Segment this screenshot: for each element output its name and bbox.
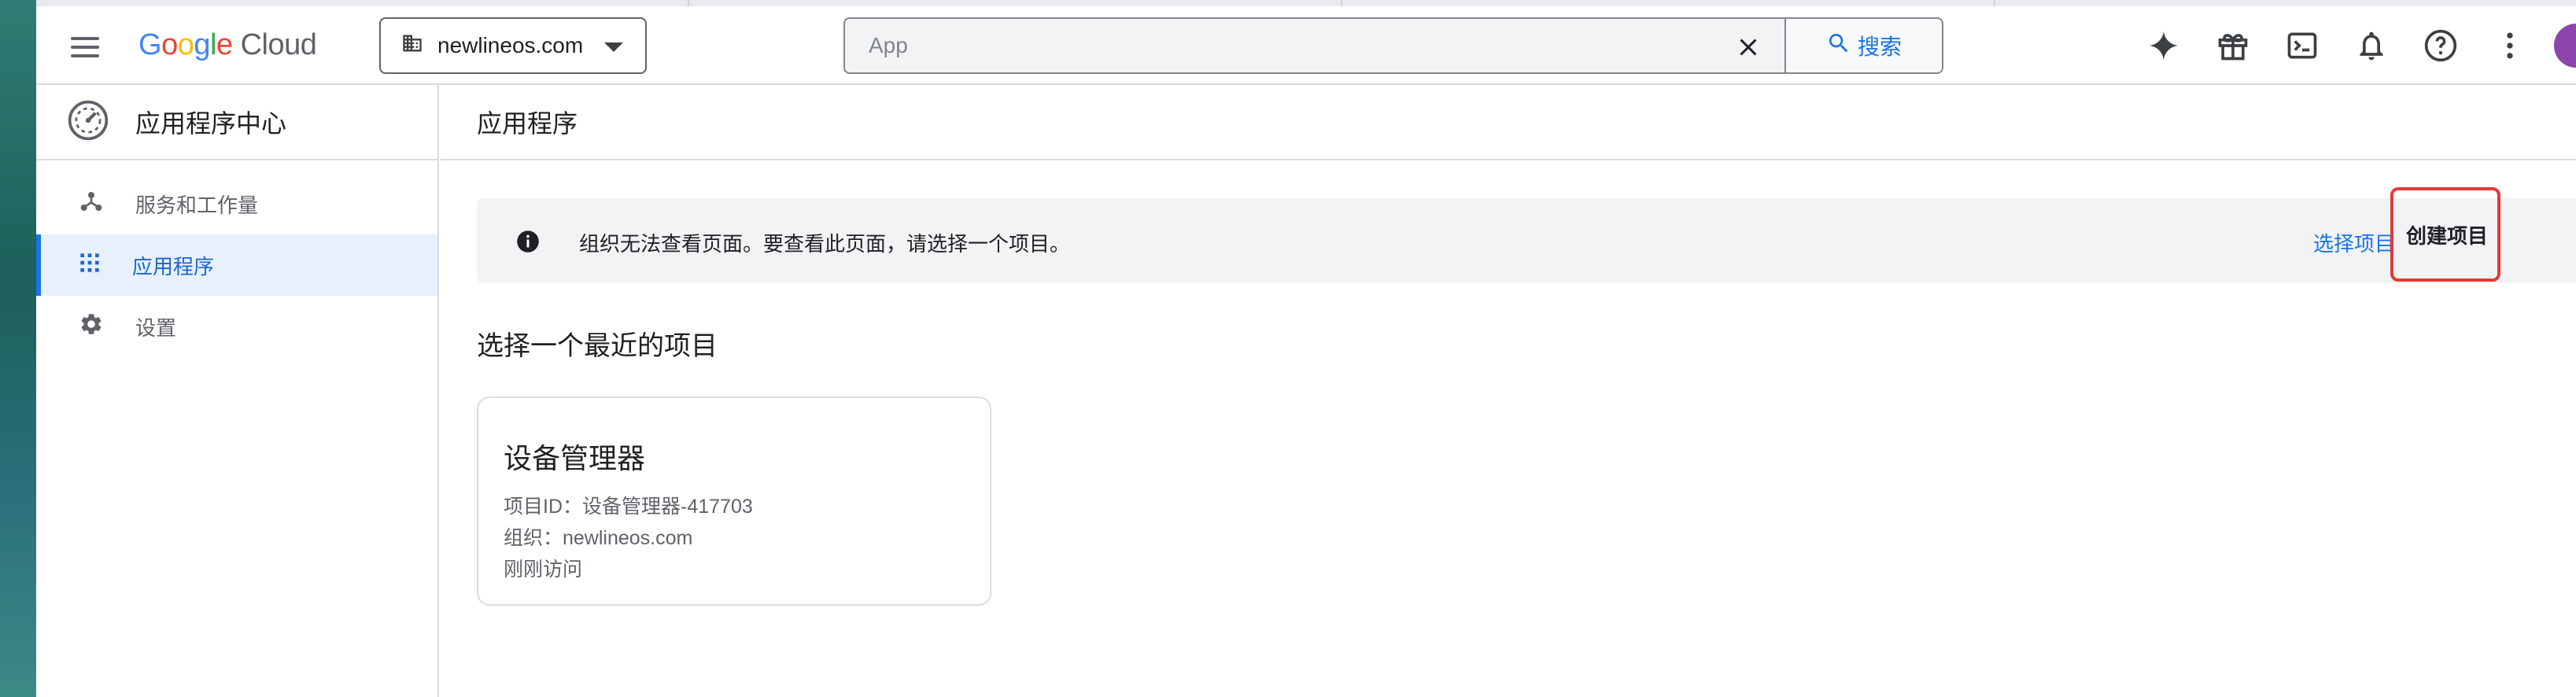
gift-icon[interactable] (2211, 24, 2255, 68)
top-bar: Google Cloud newlineos.com 搜索 (36, 6, 2576, 85)
logo-google-text: Google (138, 28, 233, 61)
close-icon[interactable] (1734, 33, 1762, 61)
sidebar: 应用程序中心 服务和工作量 应用程序 设置 (36, 85, 439, 697)
sidebar-item-applications[interactable]: 应用程序 (36, 234, 437, 296)
hamburger-icon-line (71, 54, 99, 57)
desktop-background (0, 0, 36, 697)
banner-message: 组织无法查看页面。要查看此页面，请选择一个项目。 (579, 232, 1071, 256)
create-project-button[interactable]: 创建项目 (2390, 187, 2500, 282)
search-button[interactable]: 搜索 (1786, 19, 1942, 72)
gemini-sparkle-icon[interactable] (2142, 24, 2186, 68)
notifications-bell-icon[interactable] (2349, 24, 2393, 68)
project-organization: 组织：newlineos.com (504, 527, 693, 549)
building-icon (401, 32, 423, 60)
info-icon (516, 230, 540, 257)
sidebar-header: 应用程序中心 (36, 85, 437, 160)
browser-window: Google Cloud newlineos.com 搜索 (36, 0, 2576, 697)
app-hub-gauge-icon (66, 98, 110, 146)
sidebar-item-settings[interactable]: 设置 (36, 296, 437, 357)
search-icon (1826, 31, 1851, 61)
sidebar-title: 应用程序中心 (135, 109, 287, 138)
browser-tab[interactable] (689, 0, 1342, 6)
help-icon[interactable] (2419, 24, 2463, 68)
logo-cloud-text: Cloud (240, 28, 317, 61)
apps-grid-icon (79, 252, 101, 279)
cloud-shell-terminal-icon[interactable] (2280, 24, 2324, 68)
search-input[interactable] (845, 19, 1773, 72)
search-button-label: 搜索 (1857, 35, 1902, 59)
create-project-label: 创建项目 (2406, 223, 2489, 248)
chevron-down-icon (604, 42, 623, 52)
hub-icon (79, 189, 104, 219)
main-menu-button[interactable] (71, 30, 105, 65)
browser-tab-strip (36, 0, 2576, 6)
sidebar-item-label: 设置 (135, 315, 177, 340)
google-cloud-logo[interactable]: Google Cloud (138, 28, 317, 62)
sidebar-item-label: 应用程序 (132, 254, 215, 278)
hamburger-icon (71, 37, 99, 40)
more-vert-icon[interactable] (2488, 24, 2532, 68)
avatar[interactable] (2554, 24, 2576, 68)
organization-selector[interactable]: newlineos.com (379, 17, 647, 74)
main-content: 应用程序 组织无法查看页面。要查看此页面，请选择一个项目。 选择项目 创建项目 … (441, 85, 2576, 697)
organization-name: newlineos.com (437, 33, 584, 57)
info-banner: 组织无法查看页面。要查看此页面，请选择一个项目。 选择项目 创建项目 (477, 187, 2576, 283)
gear-icon (79, 312, 104, 342)
hamburger-icon-line (71, 46, 99, 49)
project-name: 设备管理器 (504, 442, 646, 474)
browser-tab[interactable] (36, 0, 689, 6)
recent-projects-heading: 选择一个最近的项目 (477, 331, 718, 361)
project-last-visited: 刚刚访问 (504, 559, 583, 581)
search-bar: 搜索 (843, 17, 1943, 74)
browser-tab[interactable] (1342, 0, 1995, 6)
select-project-link[interactable]: 选择项目 (2313, 228, 2395, 257)
top-icon-group (2117, 24, 2576, 68)
project-card[interactable]: 设备管理器 项目ID：设备管理器-417703 组织：newlineos.com… (477, 396, 991, 606)
sidebar-item-label: 服务和工作量 (135, 193, 259, 217)
project-id: 项目ID：设备管理器-417703 (504, 496, 753, 518)
page-title: 应用程序 (441, 85, 2576, 160)
sidebar-item-services-workloads[interactable]: 服务和工作量 (36, 173, 437, 234)
